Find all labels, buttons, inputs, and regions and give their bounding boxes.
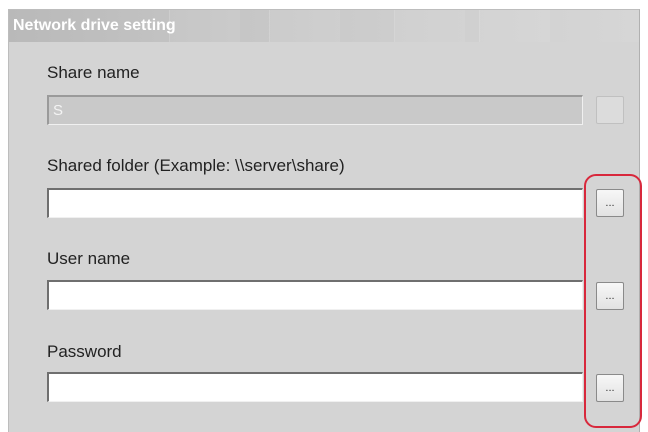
dialog-title: Network drive setting: [13, 17, 176, 34]
password-label: Password: [47, 342, 122, 361]
user-name-input[interactable]: [47, 280, 583, 310]
share-name-input: [47, 95, 583, 125]
password-input[interactable]: [47, 372, 583, 402]
network-drive-dialog: Network drive setting Share name ... Sha…: [8, 9, 642, 432]
title-bar-tile: [169, 10, 240, 42]
title-bar-tile: [269, 10, 340, 42]
user-name-label: User name: [47, 249, 131, 268]
dialog-title-bar: Network drive setting: [9, 10, 639, 42]
browse-buttons-highlight: [584, 174, 642, 428]
title-bar-tile: [394, 10, 465, 42]
shared-folder-input[interactable]: [47, 188, 583, 218]
share-name-label: Share name: [47, 63, 140, 82]
shared-folder-label: Shared folder (Example: \\server\share): [47, 156, 345, 175]
share-name-browse-button: ...: [596, 96, 624, 124]
title-bar-tile: [479, 10, 550, 42]
